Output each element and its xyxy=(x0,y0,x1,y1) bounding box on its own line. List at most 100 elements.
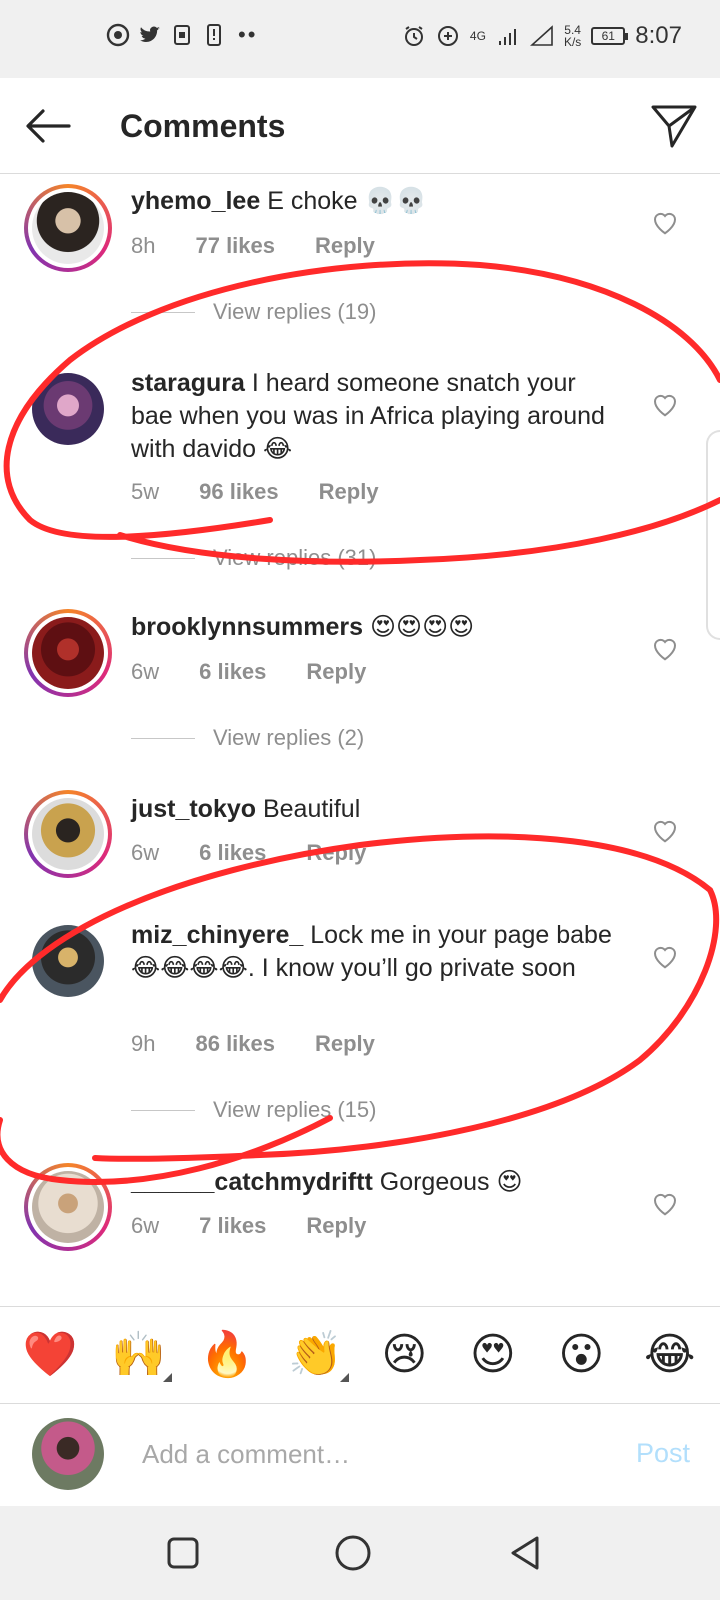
paper-plane-icon xyxy=(651,105,697,148)
reply-button[interactable]: Reply xyxy=(319,479,379,505)
status-left-icons: •• xyxy=(106,22,257,48)
comment-likes[interactable]: 96 likes xyxy=(199,479,279,505)
like-heart-icon[interactable] xyxy=(650,389,680,419)
surprised-face-emoji-button[interactable]: 😮 xyxy=(546,1320,616,1390)
comment-text: ______catchmydriftt Gorgeous 😍 xyxy=(131,1166,621,1199)
fire-emoji-button[interactable]: 🔥 xyxy=(192,1320,262,1390)
chrome-icon xyxy=(106,23,130,47)
battery-icon: 61 xyxy=(591,27,629,45)
more-notifications-dots: •• xyxy=(238,22,258,47)
view-replies-button[interactable]: View replies (2) xyxy=(131,725,364,751)
avatar xyxy=(32,192,104,264)
avatar-story-ring[interactable] xyxy=(24,184,112,272)
network-speed: 5.4 K/s xyxy=(564,24,581,48)
replies-divider xyxy=(131,1109,195,1111)
comment-username[interactable]: staragura xyxy=(131,369,245,397)
network-type-label: 4G xyxy=(469,29,486,43)
add-comment-input[interactable] xyxy=(142,1432,582,1476)
signal-empty-icon xyxy=(529,25,553,46)
reply-button[interactable]: Reply xyxy=(306,659,366,685)
like-heart-icon[interactable] xyxy=(650,633,680,663)
comment-text: brooklynnsummers 😍😍😍😍 xyxy=(131,611,621,644)
comment-likes[interactable]: 6 likes xyxy=(199,840,266,866)
view-replies-button[interactable]: View replies (15) xyxy=(131,1097,376,1123)
replies-divider xyxy=(131,737,195,739)
circle-icon xyxy=(335,1535,371,1571)
avatar-wrapper[interactable] xyxy=(24,365,112,453)
reply-button[interactable]: Reply xyxy=(306,1213,366,1239)
home-button[interactable] xyxy=(328,1528,378,1578)
avatar xyxy=(32,617,104,689)
back-button[interactable] xyxy=(20,98,76,154)
scrollbar-handle[interactable] xyxy=(706,430,720,640)
comment-likes[interactable]: 77 likes xyxy=(195,233,275,259)
like-heart-icon[interactable] xyxy=(650,1188,680,1218)
comment-username[interactable]: yhemo_lee xyxy=(131,187,260,215)
comment-likes[interactable]: 7 likes xyxy=(199,1213,266,1239)
view-replies-label: View replies (15) xyxy=(213,1097,377,1122)
like-heart-icon[interactable] xyxy=(650,941,680,971)
view-replies-label: View replies (2) xyxy=(213,725,365,750)
comment-age: 6w xyxy=(131,659,160,684)
status-bar: •• 4G 5.4 K/s 61 8:07 xyxy=(0,0,720,78)
comment-meta: 6w 6 likes Reply xyxy=(131,659,366,685)
comment-meta: 6w 7 likes Reply xyxy=(131,1213,366,1239)
emoji-reaction-bar: ❤️ 🙌 🔥 👏 😢 😍 😮 😂 xyxy=(0,1306,720,1403)
comment-likes[interactable]: 86 likes xyxy=(195,1031,275,1057)
crying-face-emoji-button[interactable]: 😢 xyxy=(369,1320,439,1390)
raising-hands-emoji: 🙌 xyxy=(111,1330,167,1379)
comment-likes[interactable]: 6 likes xyxy=(199,659,266,685)
comment-body: 😍😍😍😍 xyxy=(363,613,475,641)
red-heart-emoji-button[interactable]: ❤️ xyxy=(15,1320,85,1390)
back-nav-button[interactable] xyxy=(500,1528,550,1578)
avatar xyxy=(32,925,104,997)
avatar xyxy=(32,373,104,445)
signal-icon xyxy=(498,29,516,45)
avatar-wrapper[interactable] xyxy=(24,917,112,1005)
comment-text: yhemo_lee E choke 💀💀 xyxy=(131,185,621,218)
page-title: Comments xyxy=(120,108,286,144)
view-replies-label: View replies (31) xyxy=(213,545,377,570)
view-replies-button[interactable]: View replies (19) xyxy=(131,299,376,325)
reply-button[interactable]: Reply xyxy=(306,840,366,866)
comment-composer: Post xyxy=(0,1403,720,1505)
raising-hands-emoji-button[interactable]: 🙌 xyxy=(104,1320,174,1390)
avatar-story-ring[interactable] xyxy=(24,609,112,697)
alarm-icon xyxy=(404,26,423,46)
recent-apps-button[interactable] xyxy=(158,1528,208,1578)
comments-list[interactable]: yhemo_lee E choke 💀💀 8h 77 likes Reply V… xyxy=(0,175,720,1305)
comment-username[interactable]: just_tokyo xyxy=(131,795,256,823)
view-replies-label: View replies (19) xyxy=(213,299,377,324)
twitter-icon xyxy=(140,26,160,43)
comment-text: just_tokyo Beautiful xyxy=(131,793,621,826)
tears-of-joy-emoji-button[interactable]: 😂 xyxy=(635,1320,705,1390)
system-nav-bar xyxy=(0,1506,720,1600)
data-saver-icon xyxy=(437,26,458,46)
reply-button[interactable]: Reply xyxy=(315,233,375,259)
square-icon xyxy=(167,1537,199,1569)
skin-tone-indicator-icon xyxy=(339,1373,349,1382)
comment-username[interactable]: brooklynnsummers xyxy=(131,613,363,641)
like-heart-icon[interactable] xyxy=(650,815,680,845)
comment-username[interactable]: miz_chinyere_ xyxy=(131,921,303,949)
replies-divider xyxy=(131,311,195,313)
back-arrow-icon xyxy=(26,109,71,143)
reply-button[interactable]: Reply xyxy=(315,1031,375,1057)
status-right-icons: 4G 5.4 K/s 61 8:07 xyxy=(402,22,682,50)
view-replies-button[interactable]: View replies (31) xyxy=(131,545,376,571)
post-button[interactable]: Post xyxy=(636,1438,690,1469)
comment-meta: 6w 6 likes Reply xyxy=(131,840,366,866)
avatar-story-ring[interactable] xyxy=(24,1163,112,1251)
clapping-hands-emoji: 👏 xyxy=(288,1330,344,1379)
clapping-hands-emoji-button[interactable]: 👏 xyxy=(281,1320,351,1390)
like-heart-icon[interactable] xyxy=(650,207,680,237)
sim-card-icon xyxy=(174,25,190,45)
avatar-story-ring[interactable] xyxy=(24,790,112,878)
comment-body: E choke 💀💀 xyxy=(260,187,427,215)
heart-eyes-emoji-button[interactable]: 😍 xyxy=(458,1320,528,1390)
comment-meta: 5w 96 likes Reply xyxy=(131,479,379,505)
share-button[interactable] xyxy=(646,98,702,154)
comment-username[interactable]: ______catchmydriftt xyxy=(131,1168,373,1196)
comment-age: 6w xyxy=(131,840,160,865)
comment-body: Gorgeous 😍 xyxy=(372,1168,523,1196)
